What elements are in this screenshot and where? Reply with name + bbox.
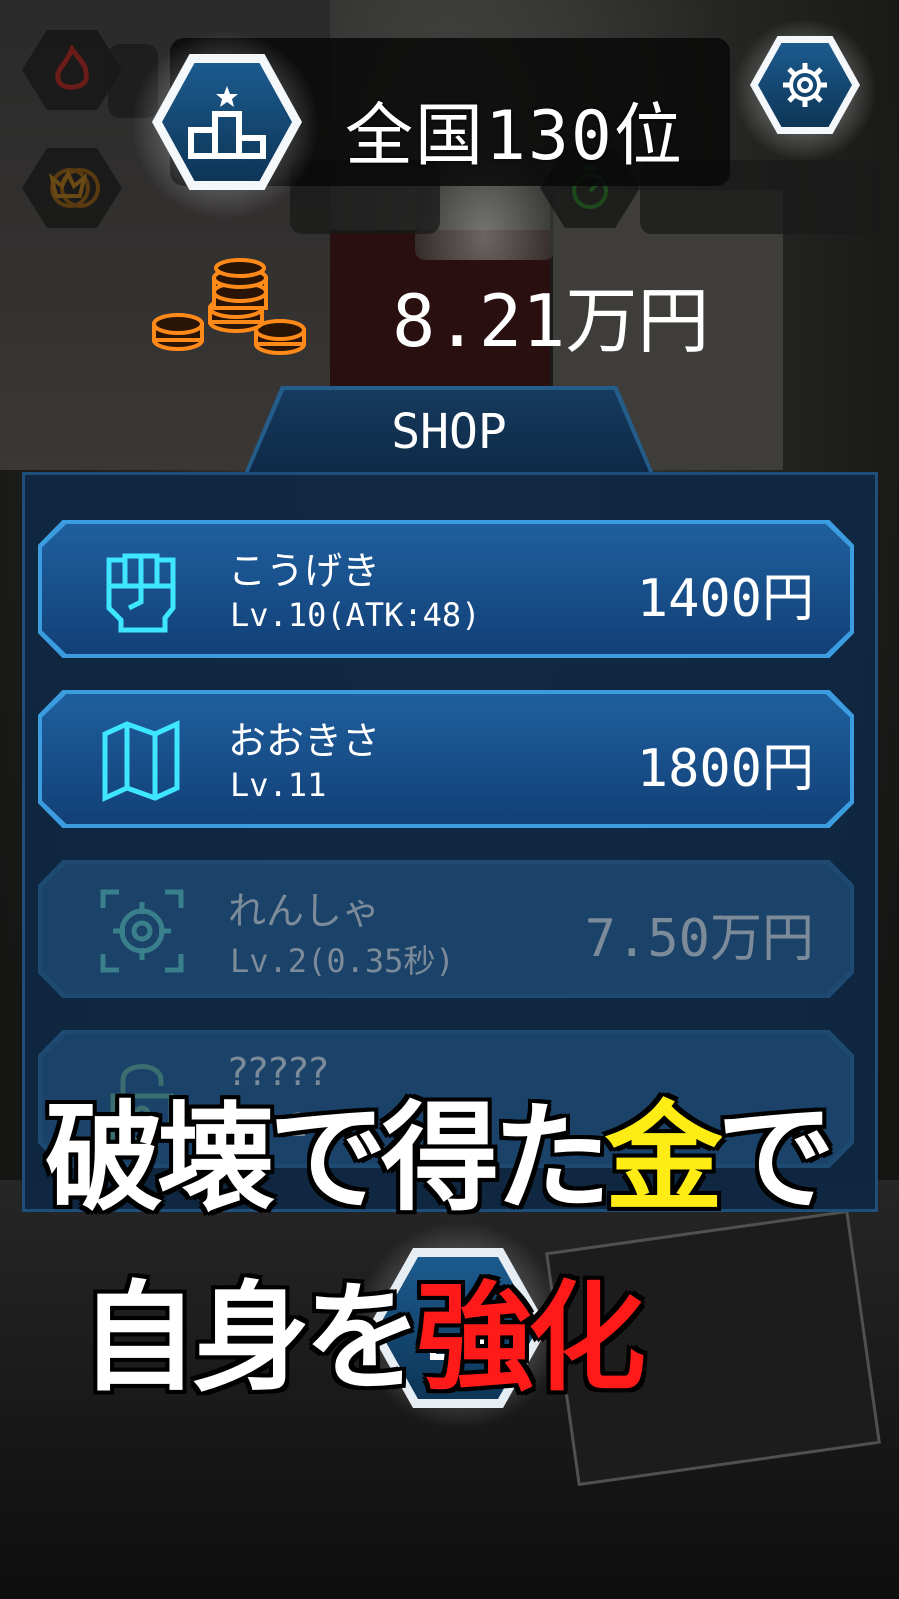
promo-line-1: 破壊で得た金で	[45, 1089, 835, 1227]
fist-icon	[106, 553, 176, 633]
item-price: 1800円	[636, 739, 814, 799]
promo-line-2: 自身を強化	[80, 1269, 646, 1407]
crown-icon	[48, 168, 100, 208]
item-name: れんしゃ	[228, 889, 381, 933]
item-name: おおきさ	[228, 719, 381, 763]
item-price: 7.50万円	[584, 909, 814, 969]
shop-item-attack[interactable]: こうげき Lv.10(ATK:48) 1400円	[42, 524, 850, 654]
target-icon	[100, 889, 184, 973]
map-icon	[102, 720, 180, 802]
fire-icon	[55, 45, 89, 90]
item-name: こうげき	[228, 549, 381, 593]
shop-tab: SHOP	[248, 390, 650, 474]
gear-icon	[783, 63, 827, 107]
podium-icon	[188, 86, 266, 159]
shop-item-size[interactable]: おおきさ Lv.11 1800円	[42, 694, 850, 824]
shop-item-rapid-fire[interactable]: れんしゃ Lv.2(0.35秒) 7.50万円	[42, 864, 850, 994]
money-amount: 8.21万円	[392, 279, 710, 363]
shop-title: SHOP	[391, 404, 507, 460]
coins-icon	[152, 258, 306, 355]
item-level: Lv.10(ATK:48)	[230, 596, 481, 634]
national-rank-text: 全国130位	[345, 97, 684, 176]
item-level: Lv.11	[230, 766, 327, 804]
item-level: Lv.2(0.35秒)	[230, 942, 455, 980]
item-price: 1400円	[636, 569, 814, 629]
